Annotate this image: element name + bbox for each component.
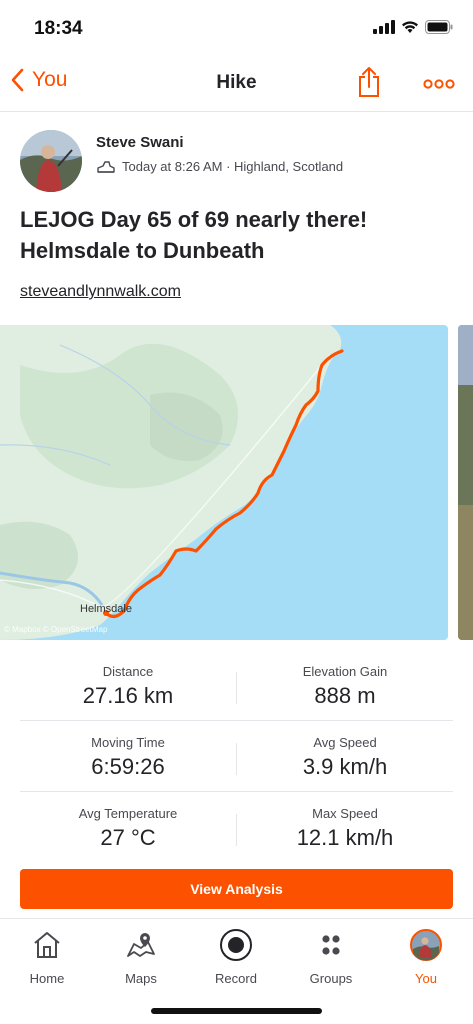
tab-label: Record (215, 971, 257, 986)
stat-label: Max Speed (312, 806, 378, 821)
home-indicator (151, 1008, 322, 1014)
battery-icon (425, 20, 453, 34)
stat-value: 888 m (314, 683, 376, 708)
stats-row-1: Distance 27.16 km Elevation Gain 888 m (20, 650, 453, 721)
stat-value: 12.1 km/h (296, 825, 394, 850)
home-icon (34, 932, 60, 958)
stat-label: Elevation Gain (302, 664, 388, 679)
status-time: 18:34 (34, 18, 83, 39)
athlete-name[interactable]: Steve Swani (96, 134, 184, 151)
back-button[interactable]: You (10, 68, 67, 92)
more-icon (423, 79, 455, 89)
activity-title: LEJOG Day 65 of 69 nearly there! Helmsda… (20, 207, 368, 263)
signal-icon (373, 20, 395, 34)
stats-row-3: Avg Temperature 27 °C Max Speed 12.1 km/… (20, 792, 453, 863)
share-icon (359, 67, 379, 97)
activity-meta: Today at 8:26 AM · Highland, Scotland (96, 159, 343, 174)
stat-max-speed: Max Speed 12.1 km/h (237, 792, 453, 863)
view-analysis-button[interactable]: View Analysis (20, 869, 453, 909)
map-icon (127, 933, 155, 957)
stat-value: 27 °C (100, 825, 156, 850)
stat-moving-time: Moving Time 6:59:26 (20, 721, 236, 792)
stat-distance: Distance 27.16 km (20, 650, 236, 721)
stat-label: Avg Speed (313, 735, 377, 750)
tab-home[interactable]: Home (0, 927, 94, 991)
status-bar: 18:34 (0, 0, 473, 56)
tab-label: Home (29, 971, 65, 986)
share-button[interactable] (357, 66, 381, 103)
hike-icon (97, 160, 115, 173)
more-options-button[interactable] (423, 76, 455, 94)
activity-photo-peek[interactable] (458, 325, 473, 640)
wifi-icon (402, 21, 418, 33)
tab-label: Groups (309, 971, 353, 986)
stats-grid: Distance 27.16 km Elevation Gain 888 m M… (20, 650, 453, 863)
stat-label: Avg Temperature (78, 806, 178, 821)
stat-value: 3.9 km/h (302, 754, 388, 779)
stats-row-2: Moving Time 6:59:26 Avg Speed 3.9 km/h (20, 721, 453, 792)
stat-value: 6:59:26 (91, 754, 165, 779)
stat-label: Moving Time (91, 735, 165, 750)
tab-label: You (415, 971, 437, 986)
page-title: Hike (216, 72, 257, 93)
chevron-left-icon (11, 68, 24, 92)
route-map[interactable]: Helmsdale © Mapbox © OpenStreetMap (0, 325, 448, 640)
stat-avg-speed: Avg Speed 3.9 km/h (237, 721, 453, 792)
tab-groups[interactable]: Groups (284, 927, 378, 991)
map-attribution: © Mapbox © OpenStreetMap (4, 625, 108, 634)
activity-time-location: Today at 8:26 AM · Highland, Scotland (122, 159, 344, 174)
tab-you[interactable]: You (379, 927, 473, 991)
athlete-avatar[interactable] (20, 130, 82, 192)
activity-link[interactable]: steveandlynnwalk.com (20, 283, 181, 301)
tab-maps[interactable]: Maps (94, 927, 188, 991)
stat-elevation-gain: Elevation Gain 888 m (237, 650, 453, 721)
stat-avg-temperature: Avg Temperature 27 °C (20, 792, 236, 863)
athlete-header: Steve Swani Today at 8:26 AM · Highland,… (20, 130, 453, 194)
back-label: You (32, 68, 68, 91)
map-place-label: Helmsdale (80, 603, 132, 615)
stat-value: 27.16 km (82, 683, 174, 708)
nav-bar: You Hike (0, 56, 473, 112)
tab-record[interactable]: Record (189, 927, 283, 991)
record-icon (220, 929, 252, 961)
stat-label: Distance (102, 664, 154, 679)
tab-label: Maps (125, 971, 157, 986)
groups-icon (322, 935, 340, 955)
profile-avatar (410, 929, 442, 961)
status-icons (373, 20, 453, 34)
